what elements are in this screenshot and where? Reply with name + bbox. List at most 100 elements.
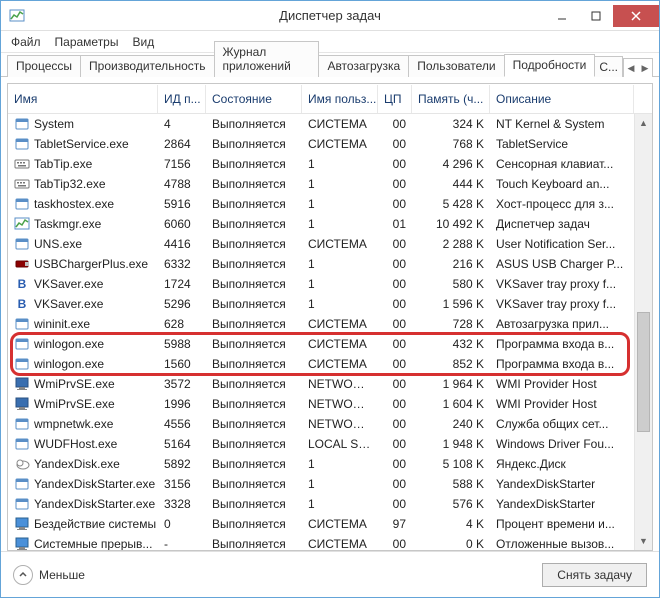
process-pid: 2864 bbox=[158, 137, 206, 151]
process-cpu: 00 bbox=[378, 417, 412, 431]
col-user[interactable]: Имя польз... bbox=[302, 85, 378, 113]
process-desc: Автозагрузка прил... bbox=[490, 317, 634, 331]
maximize-button[interactable] bbox=[579, 5, 613, 27]
table-row[interactable]: TabTip32.exe4788Выполняется100444 KTouch… bbox=[8, 174, 634, 194]
process-desc: Процент времени и... bbox=[490, 517, 634, 531]
tab-scroll-arrows[interactable]: ◀ ▶ bbox=[623, 58, 653, 77]
tab-5[interactable]: Подробности bbox=[504, 54, 596, 77]
table-row[interactable]: YandexDisk.exe5892Выполняется1005 108 KЯ… bbox=[8, 454, 634, 474]
close-button[interactable] bbox=[613, 5, 659, 27]
table-row[interactable]: WmiPrvSE.exe3572ВыполняетсяNETWORK...001… bbox=[8, 374, 634, 394]
process-mem: 324 K bbox=[412, 117, 490, 131]
table-row[interactable]: wininit.exe628ВыполняетсяСИСТЕМА00728 KА… bbox=[8, 314, 634, 334]
process-mem: 728 K bbox=[412, 317, 490, 331]
process-mem: 1 948 K bbox=[412, 437, 490, 451]
col-state[interactable]: Состояние bbox=[206, 85, 302, 113]
process-mem: 240 K bbox=[412, 417, 490, 431]
menu-file[interactable]: Файл bbox=[11, 35, 41, 49]
process-desc: VKSaver tray proxy f... bbox=[490, 277, 634, 291]
tab-1[interactable]: Производительность bbox=[80, 55, 214, 77]
tab-4[interactable]: Пользователи bbox=[408, 55, 504, 77]
tab-0[interactable]: Процессы bbox=[7, 55, 81, 77]
process-icon bbox=[14, 396, 30, 412]
col-name[interactable]: Имя bbox=[8, 85, 158, 113]
scroll-thumb[interactable] bbox=[637, 312, 650, 432]
table-row[interactable]: BVKSaver.exe5296Выполняется1001 596 KVKS… bbox=[8, 294, 634, 314]
table-row[interactable]: wmpnetwk.exe4556ВыполняетсяNETWORK...002… bbox=[8, 414, 634, 434]
process-name: taskhostex.exe bbox=[34, 197, 114, 211]
table-row[interactable]: taskhostex.exe5916Выполняется1005 428 KХ… bbox=[8, 194, 634, 214]
table-row[interactable]: TabletService.exe2864ВыполняетсяСИСТЕМА0… bbox=[8, 134, 634, 154]
tab-scroll-left-icon[interactable]: ◀ bbox=[624, 59, 638, 77]
tab-2[interactable]: Журнал приложений bbox=[214, 41, 320, 77]
process-cpu: 00 bbox=[378, 317, 412, 331]
process-mem: 0 K bbox=[412, 537, 490, 550]
titlebar[interactable]: Диспетчер задач bbox=[1, 1, 659, 31]
process-name: YandexDiskStarter.exe bbox=[34, 477, 155, 491]
scroll-up-icon[interactable]: ▲ bbox=[635, 114, 652, 132]
process-user: 1 bbox=[302, 257, 378, 271]
table-row[interactable]: UNS.exe4416ВыполняетсяСИСТЕМА002 288 KUs… bbox=[8, 234, 634, 254]
process-desc: Программа входа в... bbox=[490, 337, 634, 351]
tab-scroll-right-icon[interactable]: ▶ bbox=[638, 59, 652, 77]
table-row[interactable]: Бездействие системы0ВыполняетсяСИСТЕМА97… bbox=[8, 514, 634, 534]
col-desc[interactable]: Описание bbox=[490, 85, 634, 113]
process-mem: 1 604 K bbox=[412, 397, 490, 411]
process-mem: 5 108 K bbox=[412, 457, 490, 471]
svg-text:B: B bbox=[18, 297, 27, 311]
process-cpu: 00 bbox=[378, 357, 412, 371]
end-task-button[interactable]: Снять задачу bbox=[542, 563, 647, 587]
scroll-track[interactable] bbox=[635, 132, 652, 532]
process-pid: 7156 bbox=[158, 157, 206, 171]
table-row[interactable]: WUDFHost.exe5164ВыполняетсяLOCAL SE...00… bbox=[8, 434, 634, 454]
process-cpu: 00 bbox=[378, 117, 412, 131]
process-pid: 3328 bbox=[158, 497, 206, 511]
table-row[interactable]: YandexDiskStarter.exe3156Выполняется1005… bbox=[8, 474, 634, 494]
app-icon bbox=[9, 8, 25, 24]
table-row[interactable]: USBChargerPlus.exe6332Выполняется100216 … bbox=[8, 254, 634, 274]
fewer-button[interactable]: Меньше bbox=[13, 565, 85, 585]
tab-3[interactable]: Автозагрузка bbox=[318, 55, 409, 77]
table-row[interactable]: YandexDiskStarter.exe3328Выполняется1005… bbox=[8, 494, 634, 514]
minimize-button[interactable] bbox=[545, 5, 579, 27]
col-pid[interactable]: ИД п... bbox=[158, 85, 206, 113]
footer: Меньше Снять задачу bbox=[1, 551, 659, 597]
table-row[interactable]: Системные прерыв...-ВыполняетсяСИСТЕМА00… bbox=[8, 534, 634, 550]
process-state: Выполняется bbox=[206, 177, 302, 191]
process-mem: 580 K bbox=[412, 277, 490, 291]
process-pid: 4556 bbox=[158, 417, 206, 431]
table-row[interactable]: Taskmgr.exe6060Выполняется10110 492 KДис… bbox=[8, 214, 634, 234]
table-row[interactable]: System4ВыполняетсяСИСТЕМА00324 KNT Kerne… bbox=[8, 114, 634, 134]
menu-options[interactable]: Параметры bbox=[55, 35, 119, 49]
table-row[interactable]: winlogon.exe1560ВыполняетсяСИСТЕМА00852 … bbox=[8, 354, 634, 374]
process-icon bbox=[14, 456, 30, 472]
tab-6[interactable]: С... bbox=[594, 56, 623, 77]
table-row[interactable]: WmiPrvSE.exe1996ВыполняетсяNETWORK...001… bbox=[8, 394, 634, 414]
process-cpu: 00 bbox=[378, 337, 412, 351]
process-pid: 6332 bbox=[158, 257, 206, 271]
table-row[interactable]: TabTip.exe7156Выполняется1004 296 KСенсо… bbox=[8, 154, 634, 174]
process-state: Выполняется bbox=[206, 157, 302, 171]
process-user: СИСТЕМА bbox=[302, 117, 378, 131]
process-pid: 1724 bbox=[158, 277, 206, 291]
col-cpu[interactable]: ЦП bbox=[378, 85, 412, 113]
process-icon bbox=[14, 176, 30, 192]
process-icon bbox=[14, 436, 30, 452]
table-row[interactable]: BVKSaver.exe1724Выполняется100580 KVKSav… bbox=[8, 274, 634, 294]
col-mem[interactable]: Память (ч... bbox=[412, 85, 490, 113]
process-name: Системные прерыв... bbox=[34, 537, 152, 550]
process-state: Выполняется bbox=[206, 117, 302, 131]
table-row[interactable]: winlogon.exe5988ВыполняетсяСИСТЕМА00432 … bbox=[8, 334, 634, 354]
menu-view[interactable]: Вид bbox=[132, 35, 154, 49]
process-user: СИСТЕМА bbox=[302, 237, 378, 251]
process-mem: 2 288 K bbox=[412, 237, 490, 251]
process-user: СИСТЕМА bbox=[302, 337, 378, 351]
process-cpu: 00 bbox=[378, 197, 412, 211]
process-pid: 5916 bbox=[158, 197, 206, 211]
process-state: Выполняется bbox=[206, 437, 302, 451]
vertical-scrollbar[interactable]: ▲ ▼ bbox=[634, 114, 652, 550]
process-mem: 852 K bbox=[412, 357, 490, 371]
scroll-down-icon[interactable]: ▼ bbox=[635, 532, 652, 550]
process-state: Выполняется bbox=[206, 397, 302, 411]
process-pid: - bbox=[158, 537, 206, 550]
